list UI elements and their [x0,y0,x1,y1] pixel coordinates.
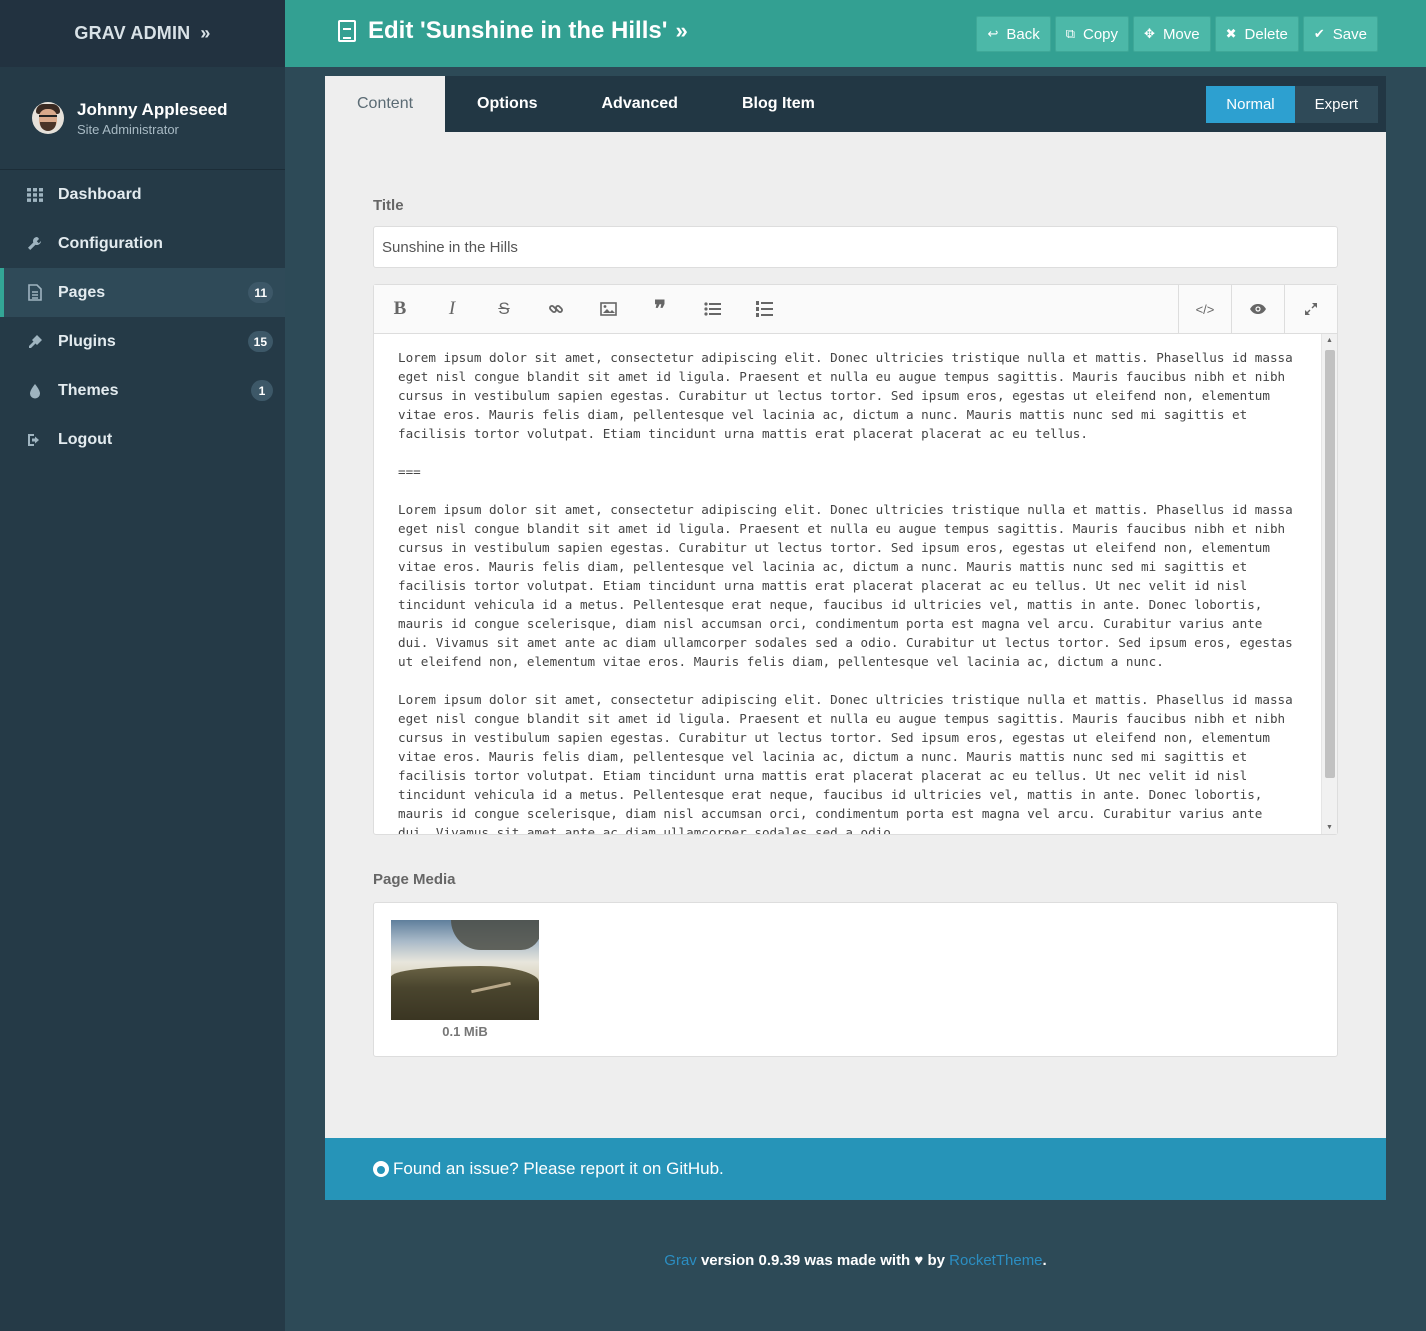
link-icon[interactable] [530,285,582,333]
check-icon: ✔ [1313,26,1325,41]
media-file-size: 0.1 MiB [442,1024,488,1039]
sidebar-item-plugins[interactable]: Plugins 15 [0,317,285,366]
rockettheme-link[interactable]: RocketTheme [949,1252,1042,1269]
editor-scrollbar[interactable]: ▲ ▼ [1321,334,1337,834]
page-media-label: Page Media [373,871,456,888]
close-icon: ✖ [1225,26,1237,41]
brand-title: GRAV ADMIN [74,23,191,43]
sidebar-item-label: Plugins [58,332,116,350]
normal-mode-button[interactable]: Normal [1206,86,1295,123]
sidebar-item-dashboard[interactable]: Dashboard [0,170,285,219]
editor-toolbar: B I S ❞ </> [374,285,1337,334]
plugins-count-badge: 15 [247,331,273,352]
heart-icon: ♥ [914,1252,924,1269]
issue-report-text: Found an issue? Please report it on GitH… [393,1159,724,1178]
tab-advanced[interactable]: Advanced [569,76,709,132]
page-actions: ↩ Back ⧉ Copy ✥ Move ✖ Delete ✔ Save [976,16,1378,52]
scroll-down-arrow-icon[interactable]: ▼ [1326,824,1333,831]
brand-chevron-icon: » [200,23,211,43]
scroll-up-arrow-icon[interactable]: ▲ [1326,337,1333,344]
pages-count-badge: 11 [248,282,273,303]
preview-eye-icon[interactable] [1231,285,1284,333]
scrollbar-thumb[interactable] [1325,350,1335,778]
mode-toggle: Normal Expert [1206,86,1378,123]
arrows-icon: ✥ [1144,26,1155,41]
top-bar: Edit 'Sunshine in the Hills' » ↩ Back ⧉ … [285,0,1426,67]
move-button[interactable]: ✥ Move [1133,16,1211,52]
markdown-editor: B I S ❞ </> Lorem ipsum dolor sit amet, … [373,284,1338,835]
page-media-dropzone[interactable]: 0.1 MiB [373,902,1338,1057]
sidebar-item-themes[interactable]: Themes 1 [0,366,285,415]
tint-icon [26,382,44,400]
sidebar-item-label: Logout [58,430,113,448]
strikethrough-icon[interactable]: S [478,285,530,333]
credit-version-text: version 0.9.39 was made with [696,1252,915,1269]
copy-button-label: Copy [1083,25,1119,43]
wrench-icon [26,235,44,253]
sidebar-item-logout[interactable]: Logout [0,415,285,464]
back-button[interactable]: ↩ Back [976,16,1051,52]
credit-line: Grav version 0.9.39 was made with ♥ by R… [0,1252,1426,1269]
user-profile[interactable]: Johnny Appleseed Site Administrator [0,67,285,170]
ordered-list-icon[interactable] [738,285,790,333]
grav-link[interactable]: Grav [664,1252,697,1269]
tab-blog-item[interactable]: Blog Item [710,76,847,132]
sidebar-item-label: Configuration [58,234,163,252]
sidebar: GRAV ADMIN » Johnny Appleseed Site Admin… [0,0,285,1331]
expert-mode-button[interactable]: Expert [1294,86,1378,123]
sidebar-item-label: Themes [58,381,119,399]
user-name: Johnny Appleseed [77,99,228,119]
avatar [32,102,64,134]
title-chevron-icon: » [675,18,688,43]
fullscreen-icon[interactable] [1284,285,1337,333]
title-input[interactable] [373,226,1338,268]
document-icon [338,20,356,42]
file-icon [26,284,44,302]
issue-report-bar[interactable]: Found an issue? Please report it on GitH… [325,1138,1386,1200]
tab-bar: Content Options Advanced Blog Item Norma… [325,76,1386,132]
move-button-label: Move [1162,25,1200,43]
sidebar-nav: Dashboard Configuration Pages 11 Plugins… [0,170,285,464]
delete-button[interactable]: ✖ Delete [1214,16,1299,52]
sidebar-item-configuration[interactable]: Configuration [0,219,285,268]
tab-options[interactable]: Options [445,76,569,132]
italic-icon[interactable]: I [426,285,478,333]
brand[interactable]: GRAV ADMIN » [0,0,285,67]
image-icon[interactable] [582,285,634,333]
themes-count-badge: 1 [251,380,273,401]
user-role: Site Administrator [77,121,179,137]
copy-icon: ⧉ [1065,26,1075,41]
media-thumbnail[interactable] [391,920,539,1020]
page-title: Edit 'Sunshine in the Hills' » [338,17,688,45]
quote-icon[interactable]: ❞ [634,285,686,333]
edit-panel: Content Options Advanced Blog Item Norma… [325,76,1386,1138]
back-button-label: Back [1006,25,1040,43]
plug-icon [26,333,44,351]
sign-out-icon [26,431,44,449]
tab-content[interactable]: Content [325,76,446,132]
page-title-text: Edit 'Sunshine in the Hills' [368,17,668,44]
save-button-label: Save [1332,25,1367,43]
save-button[interactable]: ✔ Save [1302,16,1378,52]
copy-button[interactable]: ⧉ Copy [1054,16,1130,52]
sidebar-item-pages[interactable]: Pages 11 [0,268,285,317]
content-textarea[interactable]: Lorem ipsum dolor sit amet, consectetur … [374,334,1322,834]
sidebar-item-label: Dashboard [58,185,142,203]
credit-by-text: by [923,1252,950,1269]
credit-end-text: . [1042,1252,1047,1269]
delete-button-label: Delete [1244,25,1288,43]
title-label: Title [373,197,404,214]
grid-icon [26,186,44,204]
bold-icon[interactable]: B [374,285,426,333]
code-view-icon[interactable]: </> [1178,285,1231,333]
unordered-list-icon[interactable] [686,285,738,333]
github-icon [373,1161,389,1177]
sidebar-item-label: Pages [58,283,106,301]
reply-icon: ↩ [987,26,999,41]
